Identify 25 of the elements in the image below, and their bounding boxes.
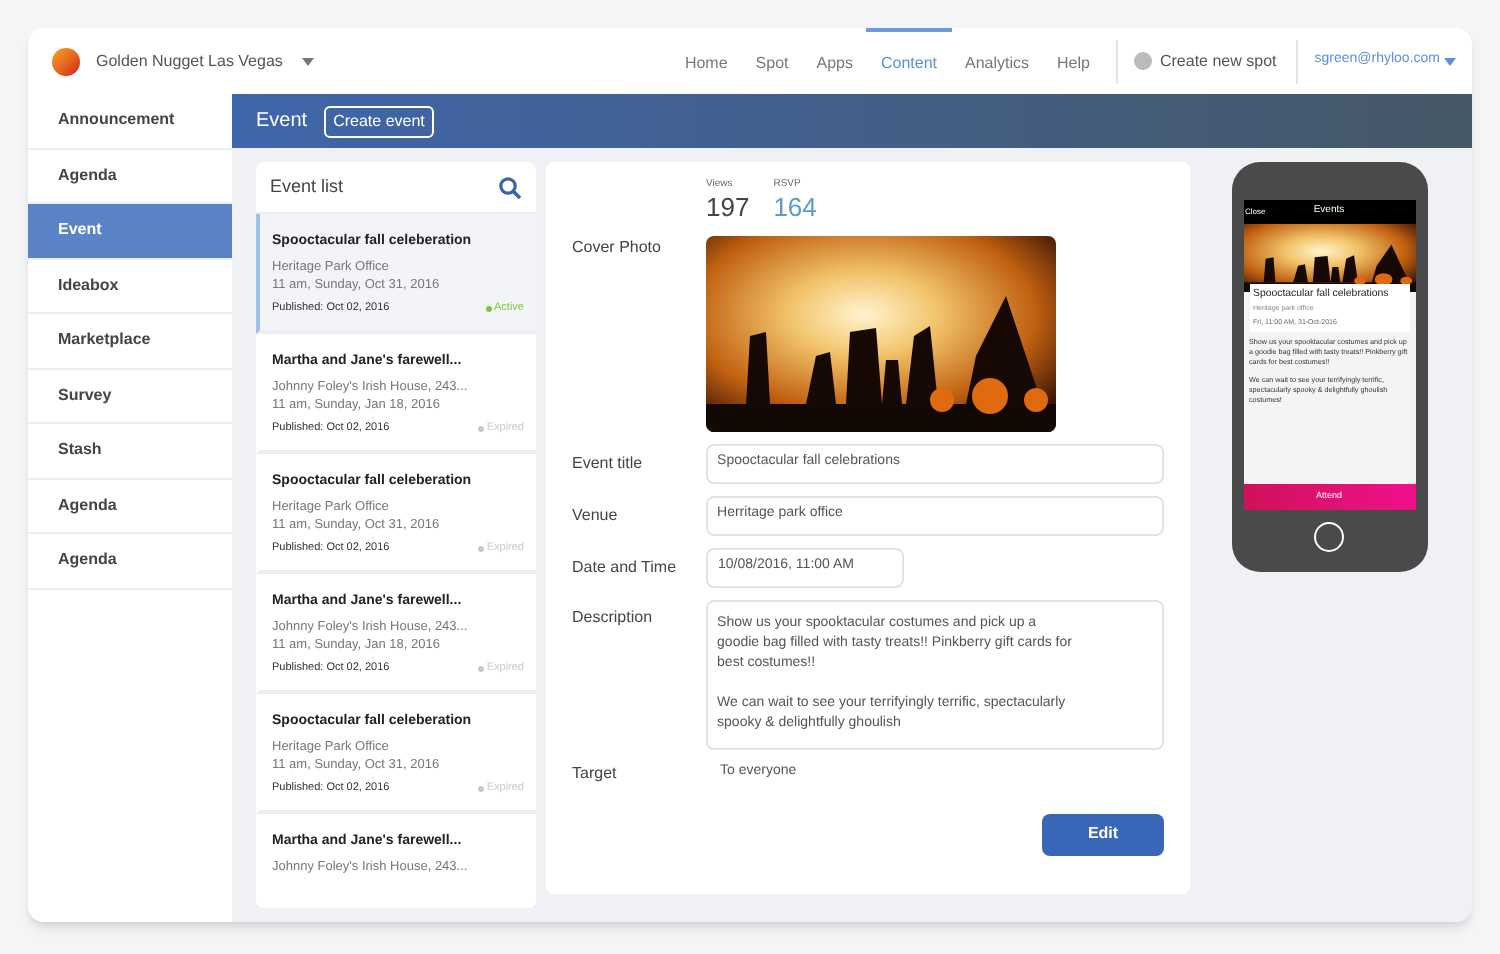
stat-value: 164 — [773, 193, 817, 219]
stat-value: 197 — [706, 193, 750, 219]
create-event-button[interactable]: Create event — [323, 105, 435, 137]
brand-name: Golden Nugget Las Vegas — [96, 49, 283, 73]
nav-link[interactable]: Help — [1043, 28, 1104, 94]
nav-link[interactable]: Analytics — [951, 28, 1044, 94]
field-label: Cover Photo — [572, 235, 663, 259]
field-label: Event title — [572, 451, 645, 475]
caret-icon[interactable] — [302, 57, 315, 65]
page-title: Event — [256, 108, 308, 136]
caret-icon — [1444, 57, 1456, 65]
field-label: Target — [572, 761, 619, 785]
search-icon[interactable] — [498, 175, 522, 199]
field-label: Venue — [572, 503, 620, 527]
home-button-icon[interactable] — [1314, 522, 1344, 552]
nav-link[interactable]: Home — [670, 28, 742, 94]
field-label: Date and Time — [572, 555, 679, 579]
brand-logo-icon — [52, 47, 80, 75]
field-label: Description — [572, 605, 655, 630]
edit-button[interactable]: Edit — [1042, 813, 1164, 855]
create-spot-button[interactable]: Create new spot — [1129, 49, 1281, 73]
sidebar-item[interactable]: Event — [28, 204, 232, 259]
panel-title: Event list — [270, 173, 344, 200]
nav-link[interactable]: Spot — [741, 28, 803, 94]
nav-link[interactable]: Apps — [802, 28, 867, 94]
